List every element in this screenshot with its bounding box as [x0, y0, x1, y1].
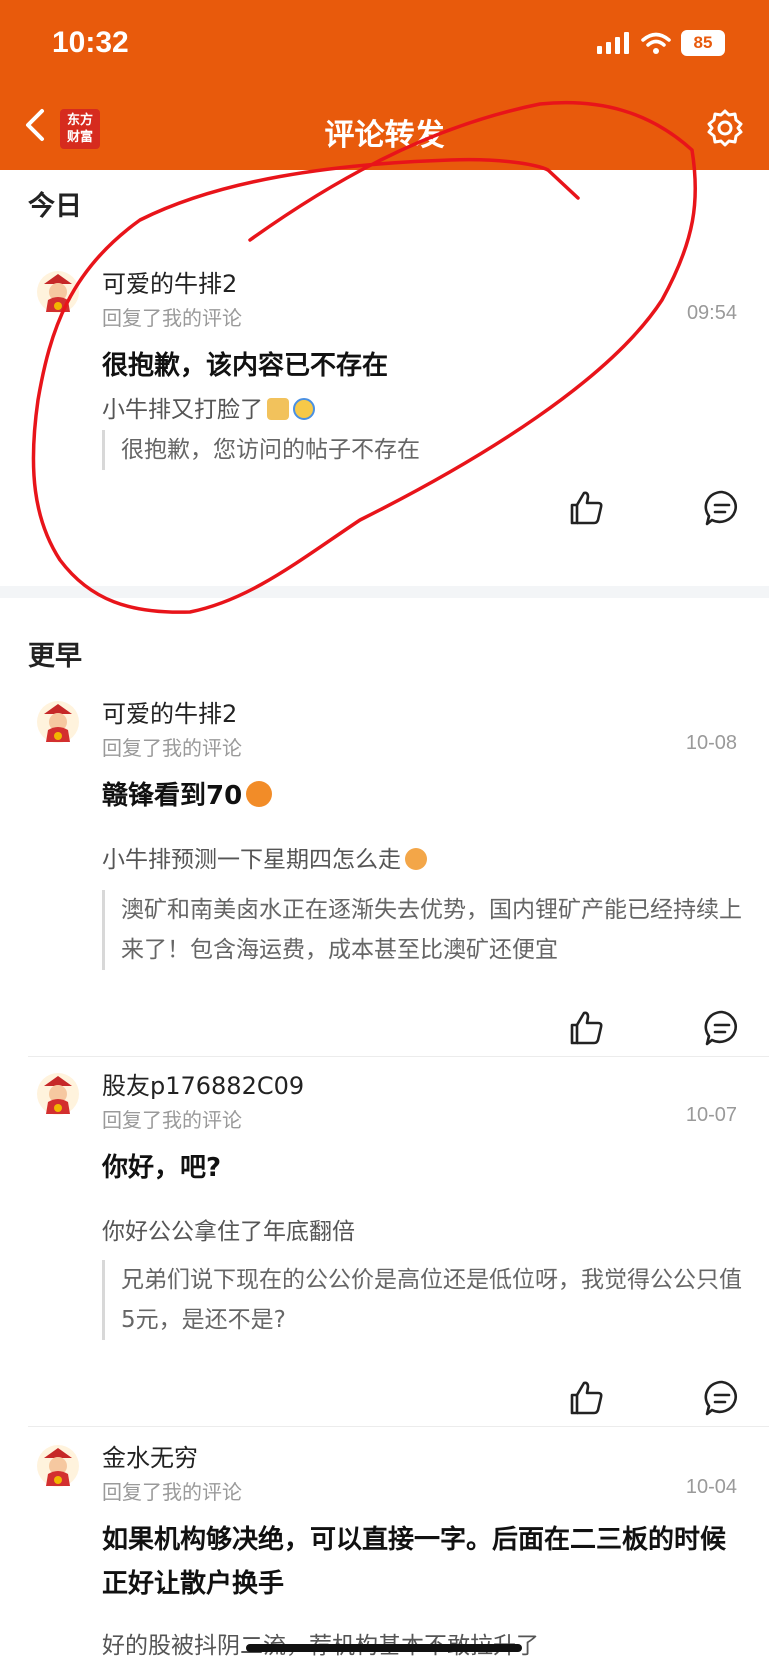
- reply-headline[interactable]: 如果机构够决绝，可以直接一字。后面在二三板的时候正好让散户换手: [102, 1518, 732, 1606]
- timestamp: 09:54: [686, 302, 737, 324]
- thumbs-up-icon[interactable]: [566, 1008, 606, 1048]
- thumbs-up-icon[interactable]: [566, 488, 606, 528]
- dog-face-emoji-icon: [267, 398, 289, 420]
- comment-text: 你好公公拿住了年底翻倍: [102, 1219, 355, 1245]
- username[interactable]: 可爱的牛排2: [102, 694, 237, 729]
- hot-face-emoji-icon: [246, 781, 273, 807]
- reply-headline[interactable]: 赣锋看到70: [102, 774, 742, 818]
- wifi-icon: [641, 32, 671, 54]
- crying-laugh-emoji-icon: [293, 398, 315, 420]
- headline-text: 赣锋看到70: [102, 781, 243, 811]
- reply-headline[interactable]: 你好，吧?: [102, 1146, 742, 1190]
- signal-icon: [597, 32, 629, 54]
- status-time: 10:32: [52, 26, 129, 59]
- timestamp: 10-04: [685, 1476, 737, 1498]
- reply-headline[interactable]: 很抱歉，该内容已不存在: [102, 344, 742, 388]
- section-earlier: 更早: [28, 641, 82, 672]
- comment-body: 小牛排预测一下星期四怎么走: [102, 847, 401, 873]
- avatar[interactable]: [36, 270, 80, 314]
- username[interactable]: 股友p176882C09: [102, 1066, 304, 1101]
- timestamp: 10-08: [685, 732, 737, 754]
- username[interactable]: 可爱的牛排2: [102, 264, 237, 299]
- page-title: 评论转发: [324, 118, 445, 153]
- quoted-comment[interactable]: 澳矿和南美卤水正在逐渐失去优势，国内锂矿产能已经持续上来了！包含海运费，成本甚至…: [102, 890, 742, 970]
- item-divider: [28, 1056, 769, 1057]
- comment-text: 好的股被抖阴二流，荐机构基本不敢拉升了: [102, 1626, 539, 1660]
- battery-indicator: 85: [681, 30, 725, 56]
- avatar[interactable]: [36, 700, 80, 744]
- section-divider: [0, 586, 769, 598]
- avatar[interactable]: [36, 1444, 80, 1488]
- avatar[interactable]: [36, 1072, 80, 1116]
- comment-bubble-icon[interactable]: [702, 488, 742, 528]
- home-indicator[interactable]: [246, 1644, 522, 1652]
- item-divider: [28, 1426, 769, 1427]
- status-icons: 85: [597, 30, 725, 56]
- quoted-comment[interactable]: 很抱歉，您访问的帖子不存在: [102, 430, 742, 470]
- comment-text: 小牛排预测一下星期四怎么走: [102, 840, 427, 874]
- comment-text: 小牛排又打脸了: [102, 390, 315, 424]
- username[interactable]: 金水无穷: [102, 1438, 198, 1473]
- reply-label: 回复了我的评论: [102, 1480, 242, 1504]
- red-annotation-circle: [31, 100, 698, 614]
- section-today: 今日: [28, 191, 82, 222]
- thinking-emoji-icon: [405, 848, 427, 870]
- reply-label: 回复了我的评论: [102, 306, 242, 330]
- settings-gear-icon[interactable]: [705, 108, 745, 148]
- timestamp: 10-07: [685, 1104, 737, 1126]
- comment-bubble-icon[interactable]: [702, 1378, 742, 1418]
- top-bar: 10:32 85 东方 财富 评论转发: [0, 0, 769, 170]
- comment-bubble-icon[interactable]: [702, 1008, 742, 1048]
- quoted-comment[interactable]: 兄弟们说下现在的公公价是高位还是低位呀，我觉得公公只值5元，是还不是?: [102, 1260, 742, 1340]
- thumbs-up-icon[interactable]: [566, 1378, 606, 1418]
- reply-label: 回复了我的评论: [102, 1108, 242, 1132]
- reply-label: 回复了我的评论: [102, 736, 242, 760]
- comment-body: 小牛排又打脸了: [102, 397, 263, 423]
